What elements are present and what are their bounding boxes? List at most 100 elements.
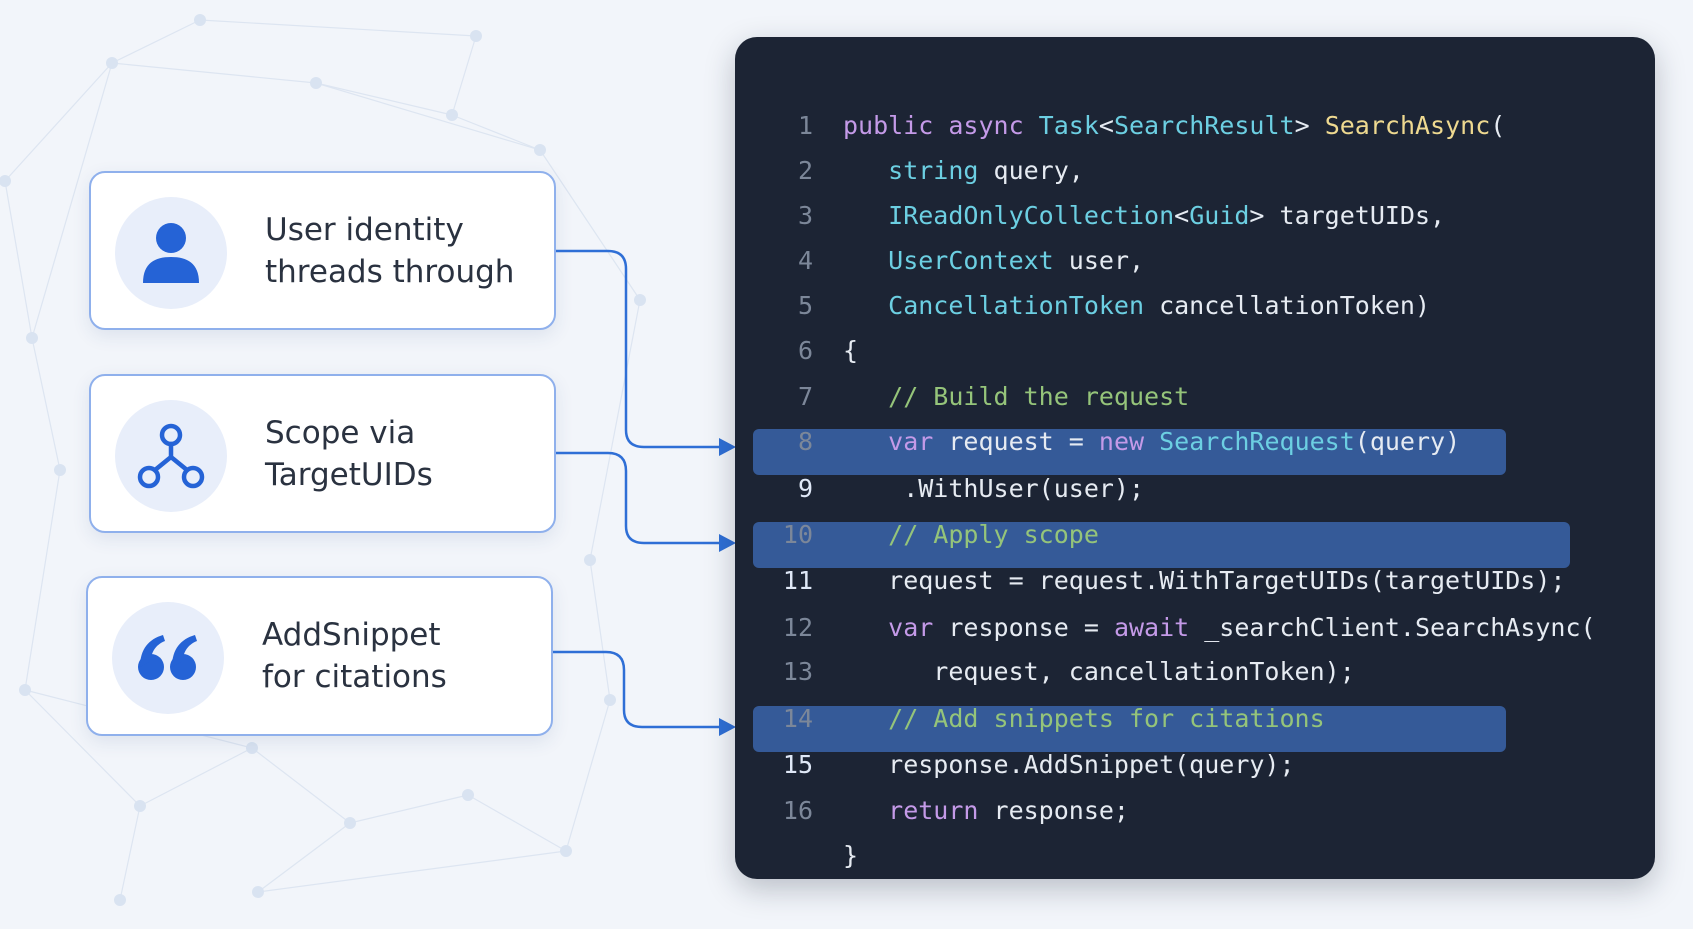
code-token: public [843, 111, 949, 140]
code-panel: 1 public async Task<SearchResult> SearchA… [735, 37, 1655, 879]
callout-label: User identity threads through [265, 173, 514, 328]
network-edge [31, 337, 61, 471]
code-token: CancellationToken [888, 291, 1145, 320]
code-line: 11 request = request.WithTargetUIDs(targ… [735, 558, 1655, 603]
code-token: (query) [1354, 427, 1461, 456]
code-text: string query, [843, 148, 1084, 193]
code-token: var [888, 427, 934, 456]
code-text: IReadOnlyCollection<Guid> targetUIDs, [843, 193, 1445, 238]
network-edge [315, 82, 541, 151]
code-text: // Build the request [843, 374, 1189, 419]
code-text: response.AddSnippet(query); [843, 742, 1294, 787]
code-token: SearchRequest [1159, 427, 1355, 456]
network-node [344, 817, 356, 829]
line-number: 15 [782, 750, 813, 779]
network-edge [139, 747, 253, 807]
code-text: } [843, 833, 858, 878]
line-number: 7 [797, 382, 813, 411]
network-node [534, 144, 546, 156]
callout-label: AddSnippet for citations [262, 578, 447, 734]
network-edge [565, 699, 611, 852]
code-token: cancellationToken) [1144, 291, 1431, 320]
network-node [634, 294, 646, 306]
code-token: // Apply scope [888, 520, 1099, 549]
code-text: UserContext user, [843, 238, 1144, 283]
code-token: Guid [1189, 201, 1250, 230]
network-edge [4, 62, 113, 182]
code-token: > [1294, 111, 1325, 140]
code-text: request, cancellationToken); [843, 649, 1355, 694]
line-number: 9 [797, 474, 813, 503]
code-line: 2 string query, [735, 148, 1655, 193]
line-number: 12 [782, 613, 813, 642]
quote-icon-badge [112, 602, 224, 714]
callout-scope-target-uids: Scope via TargetUIDs [89, 374, 556, 533]
code-text: public async Task<SearchResult> SearchAs… [843, 103, 1505, 148]
line-number: 11 [782, 566, 813, 595]
callout-add-snippet: AddSnippet for citations [86, 576, 553, 736]
network-edge [24, 469, 61, 691]
code-token: ( [1490, 111, 1506, 140]
code-token: SearchAsync [1324, 111, 1491, 140]
network-edge [349, 794, 469, 824]
code-token: var [888, 613, 934, 642]
network-node [470, 30, 482, 42]
line-number: 3 [797, 201, 813, 230]
code-token: await [1113, 613, 1190, 642]
network-node [194, 14, 206, 26]
code-token: SearchResult [1113, 111, 1295, 140]
code-token: .WithUser(user); [843, 474, 1145, 503]
code-token: string [888, 156, 979, 185]
code-token: request, cancellationToken); [843, 657, 1355, 686]
network-edge [119, 805, 141, 901]
code-token: _searchClient.SearchAsync( [1189, 613, 1596, 642]
network-node [310, 77, 322, 89]
code-token: async [948, 111, 1039, 140]
branch-icon-badge [115, 400, 227, 512]
code-line: 8 var request = new SearchRequest(query) [735, 419, 1655, 464]
code-line: } [735, 833, 1655, 878]
network-node [604, 694, 616, 706]
network-node [19, 684, 31, 696]
network-edge [111, 62, 317, 84]
network-edge [451, 35, 477, 116]
line-number: 10 [782, 520, 813, 549]
code-line: 16 return response; [735, 788, 1655, 833]
code-token: request = request.WithTargetUIDs(targetU… [843, 566, 1566, 595]
network-node [114, 894, 126, 906]
quote-icon [138, 635, 197, 680]
code-token: response; [978, 796, 1129, 825]
network-edge [451, 114, 541, 151]
code-token: request = [933, 427, 1099, 456]
line-number: 5 [797, 291, 813, 320]
code-token: < [1174, 201, 1190, 230]
code-line: 13 request, cancellationToken); [735, 649, 1655, 694]
line-number: 13 [782, 657, 813, 686]
code-line: 4 UserContext user, [735, 238, 1655, 283]
callout-label-line-2: for citations [262, 659, 447, 695]
line-number: 16 [782, 796, 813, 825]
code-token: new [1098, 427, 1145, 456]
code-text: var response = await _searchClient.Searc… [843, 605, 1596, 650]
code-token: { [843, 336, 859, 365]
line-number: 8 [797, 427, 813, 456]
callout-label: Scope via TargetUIDs [265, 376, 433, 531]
code-text: .WithUser(user); [843, 466, 1144, 511]
user-icon-badge [115, 197, 227, 309]
code-line: 12 var response = await _searchClient.Se… [735, 605, 1655, 650]
code-line: 10 // Apply scope [735, 512, 1655, 557]
network-edge [4, 180, 33, 339]
network-edge [315, 82, 453, 116]
network-node [54, 464, 66, 476]
callout-label-line-1: Scope via [265, 414, 416, 451]
network-node [446, 109, 458, 121]
code-token: return [888, 796, 979, 825]
code-line: 14 // Add snippets for citations [735, 696, 1655, 741]
